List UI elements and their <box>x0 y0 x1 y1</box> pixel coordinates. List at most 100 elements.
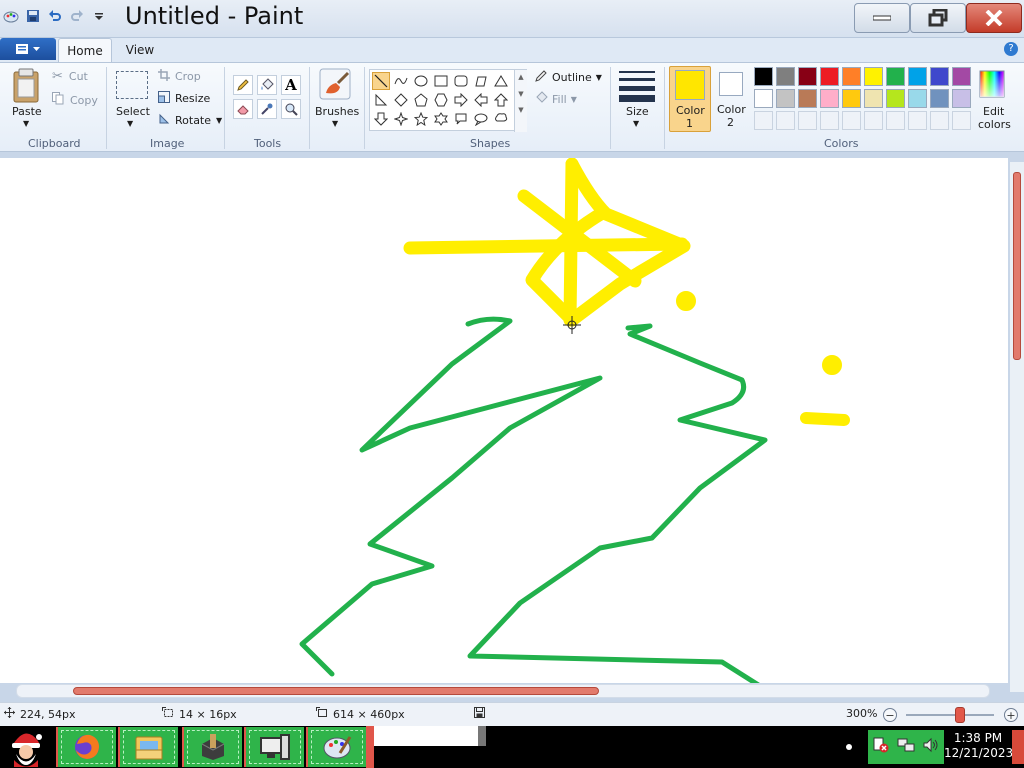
taskbar-paint[interactable] <box>306 727 366 767</box>
palette-swatch[interactable] <box>952 89 971 108</box>
brushes-label[interactable]: Brushes <box>315 105 359 118</box>
five-point-star-shape-icon[interactable] <box>412 110 430 128</box>
fill-button[interactable]: Fill ▼ <box>534 91 577 108</box>
down-arrow-shape-icon[interactable] <box>372 110 390 128</box>
cloud-callout-shape-icon[interactable] <box>492 110 510 128</box>
color-picker-icon[interactable] <box>257 99 277 119</box>
customize-qat-chevron-icon[interactable] <box>90 6 108 26</box>
triangle-shape-icon[interactable] <box>492 72 510 90</box>
palette-custom-slot[interactable] <box>886 111 905 130</box>
right-triangle-shape-icon[interactable] <box>372 91 390 109</box>
palette-swatch[interactable] <box>886 67 905 86</box>
shapes-scrollbar[interactable]: ▲ ▼ ▼ <box>514 70 527 132</box>
palette-swatch[interactable] <box>754 67 773 86</box>
palette-custom-slot[interactable] <box>776 111 795 130</box>
redo-icon[interactable] <box>68 6 86 26</box>
palette-swatch[interactable] <box>776 89 795 108</box>
four-point-star-shape-icon[interactable] <box>392 110 410 128</box>
line-shape-icon[interactable] <box>372 72 390 90</box>
paste-dropdown-chevron-icon[interactable]: ▼ <box>23 119 29 128</box>
horizontal-scrollbar[interactable] <box>16 684 990 698</box>
copy-button[interactable]: Copy <box>52 92 98 108</box>
palette-swatch[interactable] <box>842 89 861 108</box>
taskbar-active-window-strip[interactable] <box>374 726 478 746</box>
palette-swatch[interactable] <box>842 67 861 86</box>
vertical-scrollbar[interactable] <box>1010 162 1024 692</box>
undo-icon[interactable] <box>46 6 64 26</box>
rotate-button[interactable]: Rotate ▼ <box>158 113 222 128</box>
zoom-slider-thumb[interactable] <box>955 707 965 723</box>
select-dropdown-chevron-icon[interactable]: ▼ <box>127 119 133 128</box>
rounded-rectangle-shape-icon[interactable] <box>452 72 470 90</box>
palette-swatch[interactable] <box>864 89 883 108</box>
tab-view[interactable]: View <box>116 38 164 62</box>
palette-custom-slot[interactable] <box>952 111 971 130</box>
palette-custom-slot[interactable] <box>930 111 949 130</box>
restore-button[interactable] <box>910 3 966 33</box>
zoom-slider-track[interactable] <box>906 714 994 716</box>
fill-bucket-icon[interactable] <box>257 75 277 95</box>
pencil-icon[interactable] <box>233 75 253 95</box>
taskbar-file-explorer[interactable] <box>118 727 178 767</box>
line-size-icon[interactable] <box>619 69 655 102</box>
rectangle-shape-icon[interactable] <box>432 72 450 90</box>
select-button[interactable] <box>116 71 148 99</box>
up-arrow-shape-icon[interactable] <box>492 91 510 109</box>
hexagon-shape-icon[interactable] <box>432 91 450 109</box>
palette-swatch[interactable] <box>798 89 817 108</box>
palette-swatch[interactable] <box>908 89 927 108</box>
size-dropdown-chevron-icon[interactable]: ▼ <box>633 119 639 128</box>
palette-swatch[interactable] <box>930 67 949 86</box>
palette-swatch[interactable] <box>776 67 795 86</box>
palette-swatch[interactable] <box>952 67 971 86</box>
drawing-canvas[interactable] <box>0 158 1008 683</box>
palette-swatch[interactable] <box>820 67 839 86</box>
minimize-button[interactable] <box>854 3 910 33</box>
tray-network-icon[interactable] <box>897 736 915 758</box>
vertical-scroll-thumb[interactable] <box>1013 172 1021 360</box>
palette-swatch[interactable] <box>798 67 817 86</box>
shapes-expand-icon[interactable]: ▼ <box>515 106 527 114</box>
palette-swatch[interactable] <box>754 89 773 108</box>
zoom-in-button[interactable]: + <box>1004 708 1018 722</box>
edit-colors-label-line2[interactable]: colors <box>978 118 1011 131</box>
curve-shape-icon[interactable] <box>392 72 410 90</box>
resize-button[interactable]: Resize <box>158 91 210 106</box>
left-arrow-shape-icon[interactable] <box>472 91 490 109</box>
outline-button[interactable]: Outline ▼ <box>534 69 602 86</box>
palette-custom-slot[interactable] <box>798 111 817 130</box>
select-label[interactable]: Select <box>116 105 150 118</box>
color1-button[interactable]: Color 1 <box>669 66 711 132</box>
file-menu-button[interactable] <box>0 38 56 60</box>
size-label[interactable]: Size <box>626 105 649 118</box>
taskbar-firefox[interactable] <box>56 727 116 767</box>
edit-colors-icon[interactable] <box>977 69 1009 101</box>
brushes-dropdown-chevron-icon[interactable]: ▼ <box>332 119 338 128</box>
palette-custom-slot[interactable] <box>908 111 927 130</box>
paint-app-icon[interactable] <box>2 6 20 26</box>
tab-home[interactable]: Home <box>58 38 112 62</box>
polygon-shape-icon[interactable] <box>472 72 490 90</box>
tray-volume-icon[interactable] <box>922 736 940 758</box>
pentagon-shape-icon[interactable] <box>412 91 430 109</box>
show-desktop-button[interactable] <box>1012 730 1024 764</box>
text-tool-icon[interactable]: A <box>281 75 301 95</box>
six-point-star-shape-icon[interactable] <box>432 110 450 128</box>
taskbar-archive-manager[interactable] <box>182 727 242 767</box>
palette-swatch[interactable] <box>908 67 927 86</box>
taskbar-computer[interactable] <box>244 727 304 767</box>
save-icon[interactable] <box>24 6 42 26</box>
rounded-callout-shape-icon[interactable] <box>452 110 470 128</box>
palette-swatch[interactable] <box>820 89 839 108</box>
diamond-shape-icon[interactable] <box>392 91 410 109</box>
start-button[interactable] <box>0 726 52 768</box>
taskbar-clock[interactable]: 1:38 PM 12/21/2023 <box>944 731 1013 761</box>
palette-custom-slot[interactable] <box>864 111 883 130</box>
oval-callout-shape-icon[interactable] <box>472 110 490 128</box>
close-button[interactable] <box>966 3 1022 33</box>
help-icon[interactable]: ? <box>1004 42 1018 56</box>
palette-custom-slot[interactable] <box>820 111 839 130</box>
palette-custom-slot[interactable] <box>754 111 773 130</box>
eraser-icon[interactable] <box>233 99 253 119</box>
palette-swatch[interactable] <box>886 89 905 108</box>
